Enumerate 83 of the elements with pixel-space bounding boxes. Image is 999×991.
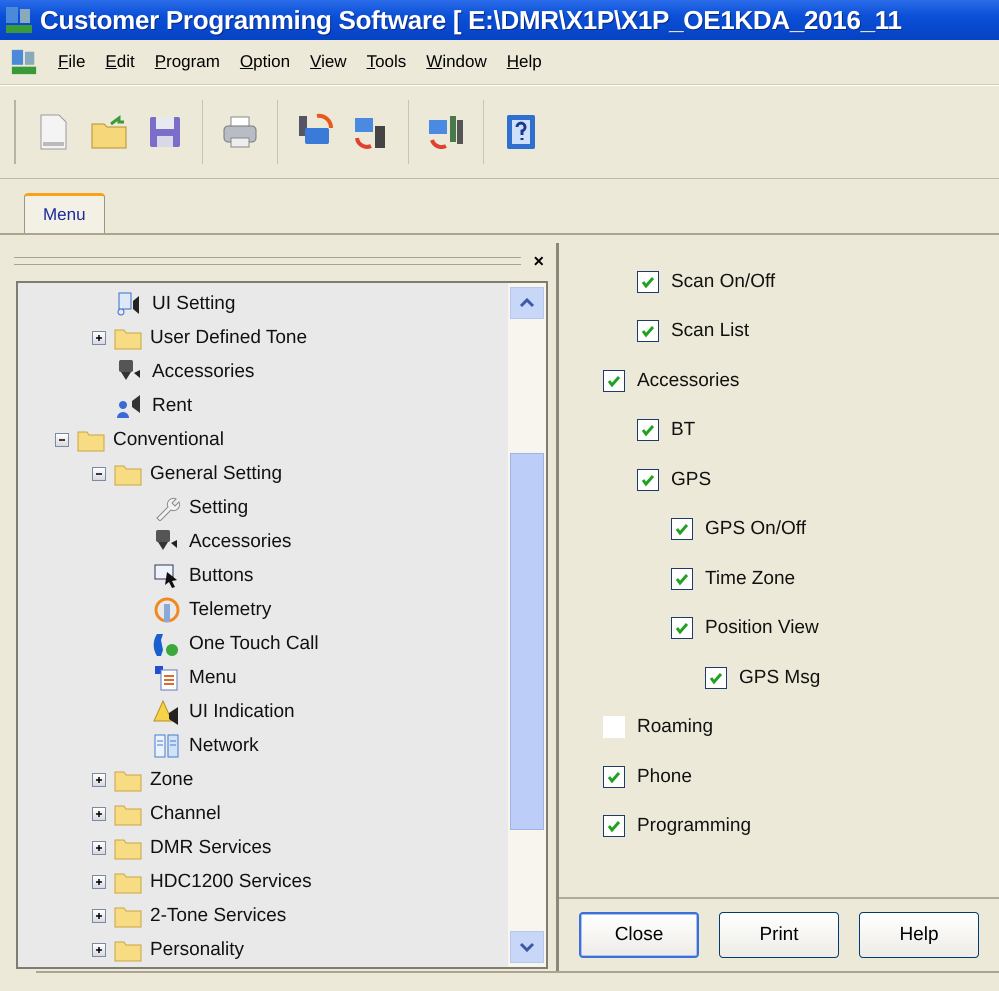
tab[interactable]: Menu	[24, 193, 105, 233]
checkbox-label: Scan List	[671, 320, 750, 342]
window-title: Customer Programming Software [ E:\DMR\X1P\X1P_OE1KDA_2016_11	[40, 4, 902, 36]
tree-item[interactable]: Channel	[150, 803, 221, 825]
tree-item[interactable]: Accessories	[189, 531, 292, 553]
scroll-up-button[interactable]	[510, 287, 544, 319]
checkbox[interactable]	[637, 419, 659, 442]
phone-icon	[153, 631, 181, 657]
menubar-item[interactable]: Tools	[366, 50, 406, 74]
chevron-down-icon	[519, 942, 535, 952]
tree-item[interactable]: Personality	[150, 939, 244, 961]
tree-item[interactable]: Zone	[150, 769, 194, 791]
tree-item[interactable]: Network	[189, 735, 259, 757]
tree-item[interactable]: Rent	[152, 395, 192, 417]
expand-icon[interactable]	[92, 773, 106, 787]
pane-grip[interactable]	[14, 257, 522, 265]
tree-item[interactable]: 2-Tone Services	[150, 905, 286, 927]
tree-item[interactable]: Accessories	[152, 361, 254, 383]
menubar-item[interactable]: Option	[240, 50, 290, 74]
checkbox[interactable]	[603, 370, 625, 392]
chevron-up-icon	[519, 298, 535, 308]
expand-icon[interactable]	[92, 841, 106, 855]
tree-item[interactable]: Buttons	[189, 565, 254, 587]
dialog-button[interactable]: Print	[719, 912, 839, 958]
checkbox[interactable]	[603, 766, 625, 788]
checkbox-label: GPS	[671, 468, 712, 491]
checkmark-icon	[674, 521, 690, 538]
app-icon	[10, 48, 38, 76]
tree-item[interactable]: Menu	[189, 667, 237, 689]
checkbox-label: Position View	[705, 617, 819, 640]
collapse-icon[interactable]	[55, 433, 69, 447]
tree-item[interactable]: General Setting	[150, 463, 282, 485]
checkbox[interactable]	[671, 617, 693, 640]
expand-icon[interactable]	[92, 909, 106, 923]
close-button[interactable]: ×	[529, 250, 548, 272]
tree-item[interactable]: Telemetry	[189, 599, 272, 621]
checkbox[interactable]	[671, 518, 693, 540]
dialog-button[interactable]: Close	[579, 912, 699, 958]
checkbox[interactable]	[637, 468, 659, 491]
checkbox-label: Programming	[637, 815, 752, 838]
warning-speaker-icon	[153, 699, 181, 725]
checkbox-label: Phone	[637, 766, 692, 788]
checkbox[interactable]	[637, 270, 659, 293]
checkbox-label: Time Zone	[705, 568, 796, 590]
expand-icon[interactable]	[92, 943, 106, 957]
checkbox-label: BT	[671, 419, 696, 442]
checkmark-icon	[674, 620, 690, 636]
collapse-icon[interactable]	[92, 467, 106, 481]
network-icon	[153, 733, 181, 759]
tree-item[interactable]: User Defined Tone	[150, 327, 308, 349]
expand-icon[interactable]	[92, 331, 106, 345]
tree-item[interactable]: Setting	[189, 497, 248, 519]
checkmark-icon	[640, 323, 656, 340]
checkbox[interactable]	[637, 320, 659, 342]
checkbox[interactable]	[705, 666, 727, 689]
checkbox-label: GPS Msg	[739, 666, 820, 689]
tree-item[interactable]: HDC1200 Services	[150, 871, 312, 893]
checkbox[interactable]	[603, 815, 625, 838]
checkbox[interactable]	[671, 568, 693, 590]
scroll-down-button[interactable]	[510, 931, 544, 963]
menubar-item[interactable]: View	[310, 50, 347, 74]
tree-item[interactable]: One Touch Call	[189, 633, 319, 655]
tree-item[interactable]: UI Indication	[189, 701, 295, 723]
expand-icon[interactable]	[92, 875, 106, 889]
checkbox-label: Scan On/Off	[671, 270, 776, 293]
app-icon	[4, 5, 34, 35]
tree-item[interactable]: Conventional	[113, 429, 224, 451]
checkmark-icon	[640, 422, 656, 438]
menubar-item[interactable]: Program	[154, 50, 220, 74]
checkbox-label: GPS On/Off	[705, 518, 806, 540]
expand-icon[interactable]	[92, 807, 106, 821]
tree-item[interactable]: UI Setting	[152, 293, 236, 315]
checkbox-label: Accessories	[637, 370, 740, 392]
dialog-button[interactable]: Help	[859, 912, 979, 958]
scrollbar-thumb[interactable]	[510, 453, 544, 830]
menubar-item[interactable]: Window	[426, 50, 487, 74]
menubar-item[interactable]: File	[58, 50, 86, 74]
tree-item[interactable]: DMR Services	[150, 837, 272, 859]
checkbox-label: Roaming	[637, 716, 714, 738]
menubar-item[interactable]: Edit	[105, 50, 135, 74]
radio-signal-icon	[153, 597, 181, 623]
checkmark-icon	[606, 818, 622, 834]
menubar-item[interactable]: Help	[506, 50, 542, 74]
